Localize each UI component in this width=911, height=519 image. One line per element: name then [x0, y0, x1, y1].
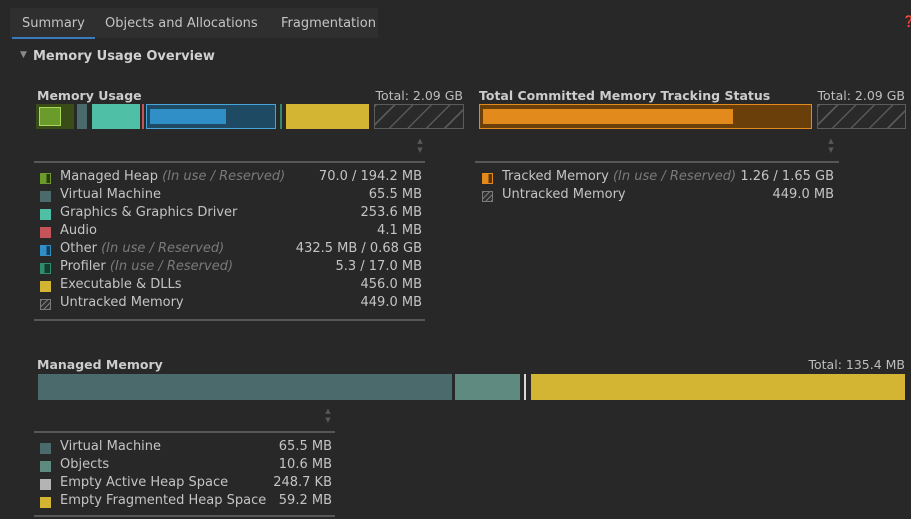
legend-label: Virtual Machine	[60, 439, 162, 454]
memory-usage-total: Total: 2.09 GB	[375, 88, 463, 103]
legend-sublabel: (In use / Reserved)	[612, 169, 737, 184]
legend-value: 253.6 MB	[360, 205, 422, 220]
selected-tab-indicator	[12, 37, 95, 39]
legend-label: Untracked Memory	[60, 295, 184, 310]
legend-divider-top	[475, 161, 839, 163]
audio-swatch-icon	[40, 227, 51, 238]
legend-value: 432.5 MB / 0.68 GB	[295, 241, 422, 256]
managed-memory-title: Managed Memory	[37, 357, 163, 372]
graphics-swatch-icon	[40, 209, 51, 220]
virtual-machine-swatch-icon	[40, 443, 51, 454]
legend-item-other[interactable]: Other (In use / Reserved) 432.5 MB / 0.6…	[40, 241, 422, 259]
legend-label: Other	[60, 241, 97, 256]
legend-label: Audio	[60, 223, 97, 238]
legend-divider-top	[34, 431, 335, 433]
bar-mm-virtual-machine[interactable]	[38, 374, 452, 400]
managed-memory-total: Total: 135.4 MB	[808, 357, 906, 372]
legend-sublabel: (In use / Reserved)	[109, 259, 234, 274]
tracking-status-total: Total: 2.09 GB	[817, 88, 905, 103]
legend-item-mm-virtual-machine[interactable]: Virtual Machine 65.5 MB	[40, 439, 332, 457]
empty-active-heap-swatch-icon	[40, 479, 51, 490]
other-swatch-icon	[40, 245, 51, 256]
bar-other-in-use[interactable]	[150, 109, 226, 124]
legend-item-executable-dlls[interactable]: Executable & DLLs 456.0 MB	[40, 277, 422, 295]
scroll-down-icon[interactable]: ▼	[415, 146, 425, 154]
legend-item-managed-heap[interactable]: Managed Heap (In use / Reserved) 70.0 / …	[40, 169, 422, 187]
legend-value: 5.3 / 17.0 MB	[335, 259, 422, 274]
foldout-arrow-icon[interactable]: ▼	[20, 50, 27, 60]
bar-untracked-memory-status[interactable]	[817, 104, 906, 129]
legend-value: 65.5 MB	[278, 439, 332, 454]
bar-profiler[interactable]	[280, 104, 282, 129]
profiler-swatch-icon	[40, 263, 51, 274]
scroll-up-icon[interactable]: ▲	[323, 407, 333, 415]
legend-value: 65.5 MB	[368, 187, 422, 202]
bar-mm-empty-fragmented-heap[interactable]	[531, 374, 905, 400]
objects-swatch-icon	[40, 461, 51, 472]
legend-label: Managed Heap	[60, 169, 159, 184]
legend-label: Graphics & Graphics Driver	[60, 205, 238, 220]
legend-item-tracked-memory[interactable]: Tracked Memory (In use / Reserved) 1.26 …	[482, 169, 834, 187]
bar-mm-empty-active-heap[interactable]	[524, 374, 526, 400]
legend-value: 449.0 MB	[772, 187, 834, 202]
executable-swatch-icon	[40, 281, 51, 292]
legend-item-mm-empty-fragmented-heap[interactable]: Empty Fragmented Heap Space 59.2 MB	[40, 493, 332, 511]
bar-graphics-driver[interactable]	[92, 104, 140, 129]
legend-item-graphics[interactable]: Graphics & Graphics Driver 253.6 MB	[40, 205, 422, 223]
empty-fragmented-heap-swatch-icon	[40, 497, 51, 508]
bar-executable-dlls[interactable]	[286, 104, 369, 129]
tab-objects-and-allocations[interactable]: Objects and Allocations	[105, 16, 258, 31]
legend-divider-bottom	[34, 319, 425, 321]
legend-value: 456.0 MB	[360, 277, 422, 292]
tracked-swatch-icon	[482, 173, 493, 184]
legend-item-mm-empty-active-heap[interactable]: Empty Active Heap Space 248.7 KB	[40, 475, 332, 493]
managed-heap-swatch-icon	[40, 173, 51, 184]
legend-label: Empty Fragmented Heap Space	[60, 493, 267, 508]
legend-sublabel: (In use / Reserved)	[162, 169, 286, 184]
memory-usage-overview-header[interactable]: Memory Usage Overview	[33, 49, 215, 64]
legend-value: 449.0 MB	[360, 295, 422, 310]
legend-item-profiler[interactable]: Profiler (In use / Reserved) 5.3 / 17.0 …	[40, 259, 422, 277]
legend-label: Executable & DLLs	[60, 277, 182, 292]
bar-untracked-memory[interactable]	[374, 104, 464, 129]
legend-label: Untracked Memory	[502, 187, 626, 202]
bar-mm-objects[interactable]	[455, 374, 520, 400]
legend-divider-bottom	[34, 515, 335, 517]
legend-divider-top	[34, 161, 425, 163]
bar-virtual-machine[interactable]	[77, 104, 87, 129]
legend-label: Tracked Memory	[502, 169, 609, 184]
legend-item-audio[interactable]: Audio 4.1 MB	[40, 223, 422, 241]
tracking-status-title: Total Committed Memory Tracking Status	[479, 88, 771, 103]
legend-label: Objects	[60, 457, 110, 472]
help-icon[interactable]: ❓	[902, 15, 911, 28]
legend-label: Virtual Machine	[60, 187, 162, 202]
memory-usage-title: Memory Usage	[37, 88, 142, 103]
legend-value: 4.1 MB	[377, 223, 422, 238]
untracked-swatch-icon	[40, 299, 51, 310]
legend-item-untracked-memory[interactable]: Untracked Memory 449.0 MB	[482, 187, 834, 205]
bar-audio[interactable]	[142, 104, 144, 129]
legend-item-mm-objects[interactable]: Objects 10.6 MB	[40, 457, 332, 475]
scroll-up-icon[interactable]: ▲	[415, 137, 425, 145]
scroll-up-icon[interactable]: ▲	[826, 137, 836, 145]
legend-value: 70.0 / 194.2 MB	[318, 169, 422, 184]
legend-item-untracked-memory[interactable]: Untracked Memory 449.0 MB	[40, 295, 422, 313]
scroll-down-icon[interactable]: ▼	[323, 416, 333, 424]
legend-label: Empty Active Heap Space	[60, 475, 229, 490]
bar-managed-heap-in-use[interactable]	[39, 107, 61, 126]
bar-tracked-in-use[interactable]	[483, 109, 733, 124]
untracked-swatch-icon	[482, 191, 493, 202]
legend-item-virtual-machine[interactable]: Virtual Machine 65.5 MB	[40, 187, 422, 205]
tab-fragmentation[interactable]: Fragmentation	[281, 16, 376, 31]
legend-value: 59.2 MB	[278, 493, 332, 508]
tab-summary[interactable]: Summary	[22, 16, 85, 31]
legend-value: 1.26 / 1.65 GB	[740, 169, 834, 184]
legend-value: 10.6 MB	[278, 457, 332, 472]
virtual-machine-swatch-icon	[40, 191, 51, 202]
legend-value: 248.7 KB	[273, 475, 332, 490]
scroll-down-icon[interactable]: ▼	[826, 146, 836, 154]
legend-sublabel: (In use / Reserved)	[101, 241, 225, 256]
legend-label: Profiler	[60, 259, 106, 274]
